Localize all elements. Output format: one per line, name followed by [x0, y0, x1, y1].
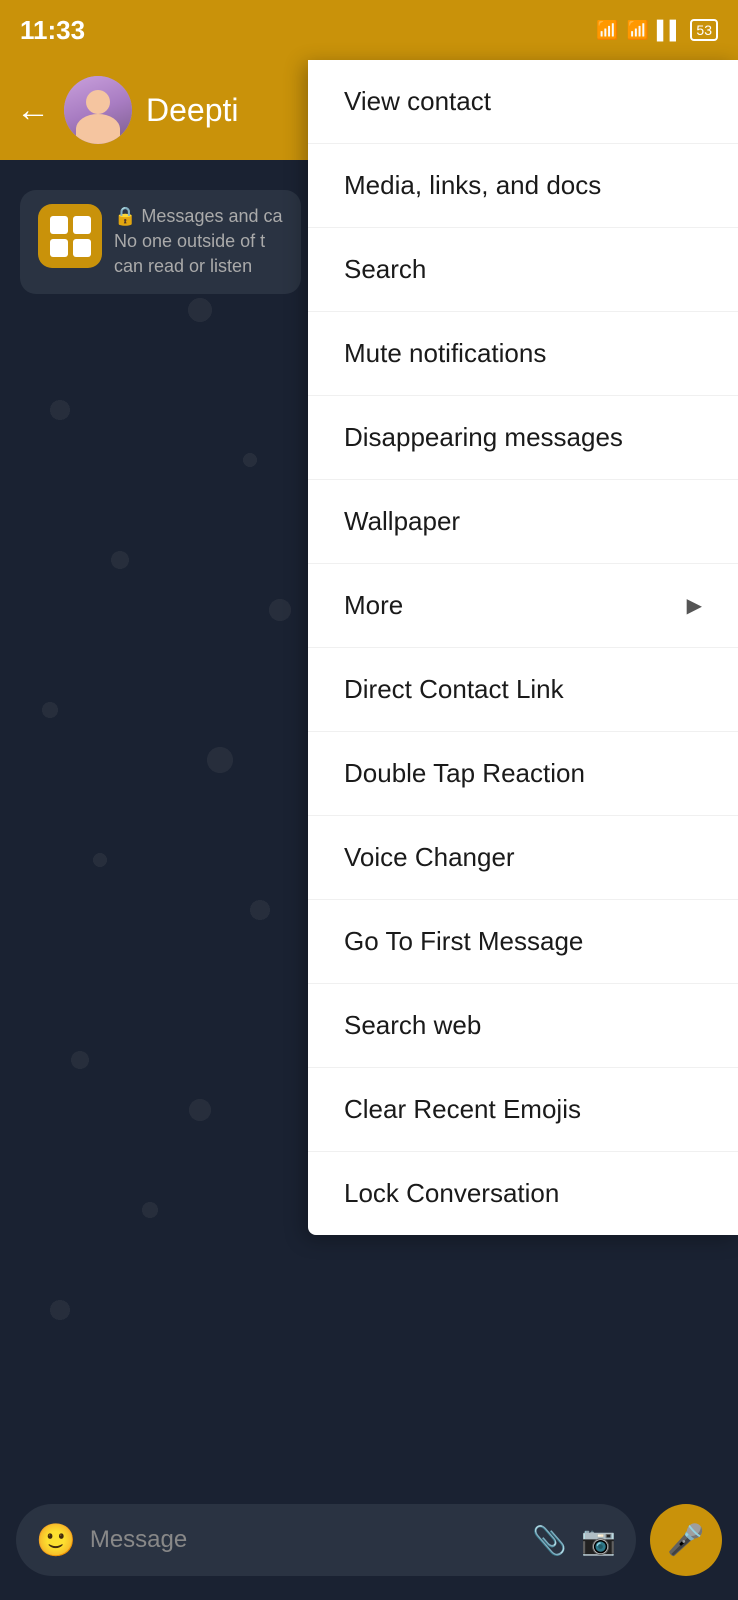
- menu-item-view-contact[interactable]: View contact: [308, 60, 738, 144]
- chevron-right-icon: ▶: [687, 593, 702, 618]
- notification-bubble: 🔒 Messages and ca No one outside of t ca…: [20, 190, 301, 294]
- menu-item-label: Direct Contact Link: [344, 674, 564, 705]
- menu-item-go-to-first-message[interactable]: Go To First Message: [308, 900, 738, 984]
- mic-button[interactable]: 🎤: [650, 1504, 722, 1576]
- dropdown-menu: View contact Media, links, and docs Search…: [308, 60, 738, 1235]
- back-button[interactable]: ←: [16, 91, 50, 130]
- menu-item-label: Search web: [344, 1010, 481, 1041]
- menu-item-search[interactable]: Search: [308, 228, 738, 312]
- menu-item-label: Clear Recent Emojis: [344, 1094, 581, 1125]
- message-placeholder[interactable]: Message: [90, 1526, 518, 1554]
- menu-item-label: Double Tap Reaction: [344, 758, 585, 789]
- menu-item-label: Lock Conversation: [344, 1178, 559, 1209]
- attachment-icon[interactable]: 📎: [532, 1524, 567, 1557]
- status-time: 11:33: [20, 15, 85, 46]
- menu-item-search-web[interactable]: Search web: [308, 984, 738, 1068]
- menu-item-double-tap-reaction[interactable]: Double Tap Reaction: [308, 732, 738, 816]
- message-input-field[interactable]: 🙂 Message 📎 📷: [16, 1504, 636, 1576]
- menu-item-label: View contact: [344, 86, 491, 117]
- menu-item-label: Voice Changer: [344, 842, 515, 873]
- menu-item-mute-notifications[interactable]: Mute notifications: [308, 312, 738, 396]
- status-bar: 11:33 📶 📶 ▌▌ 53: [0, 0, 738, 60]
- menu-item-label: Go To First Message: [344, 926, 583, 957]
- menu-item-media,-links,-and-docs[interactable]: Media, links, and docs: [308, 144, 738, 228]
- battery-icon: 53: [690, 19, 718, 41]
- mic-icon: 🎤: [667, 1523, 704, 1558]
- input-bar: 🙂 Message 📎 📷 🎤: [0, 1480, 738, 1600]
- notification-text: 🔒 Messages and ca No one outside of t ca…: [114, 204, 283, 280]
- menu-item-wallpaper[interactable]: Wallpaper: [308, 480, 738, 564]
- menu-item-label: Wallpaper: [344, 506, 460, 537]
- emoji-icon[interactable]: 🙂: [36, 1521, 76, 1559]
- menu-item-label: More: [344, 590, 403, 621]
- avatar[interactable]: [64, 76, 132, 144]
- signal-icon-2: ▌▌: [657, 20, 683, 41]
- menu-item-label: Disappearing messages: [344, 422, 623, 453]
- status-icons: 📶 📶 ▌▌ 53: [596, 19, 718, 41]
- menu-item-direct-contact-link[interactable]: Direct Contact Link: [308, 648, 738, 732]
- menu-item-voice-changer[interactable]: Voice Changer: [308, 816, 738, 900]
- menu-item-more[interactable]: More ▶: [308, 564, 738, 648]
- lock-icon: 🔒: [114, 206, 136, 226]
- notif-icon: [38, 204, 102, 268]
- menu-item-disappearing-messages[interactable]: Disappearing messages: [308, 396, 738, 480]
- menu-item-clear-recent-emojis[interactable]: Clear Recent Emojis: [308, 1068, 738, 1152]
- menu-item-label: Media, links, and docs: [344, 170, 601, 201]
- wifi-icon: 📶: [596, 20, 618, 41]
- menu-item-label: Mute notifications: [344, 338, 546, 369]
- signal-icon: 📶: [626, 20, 648, 41]
- menu-item-label: Search: [344, 254, 426, 285]
- menu-item-lock-conversation[interactable]: Lock Conversation: [308, 1152, 738, 1235]
- camera-icon[interactable]: 📷: [581, 1524, 616, 1557]
